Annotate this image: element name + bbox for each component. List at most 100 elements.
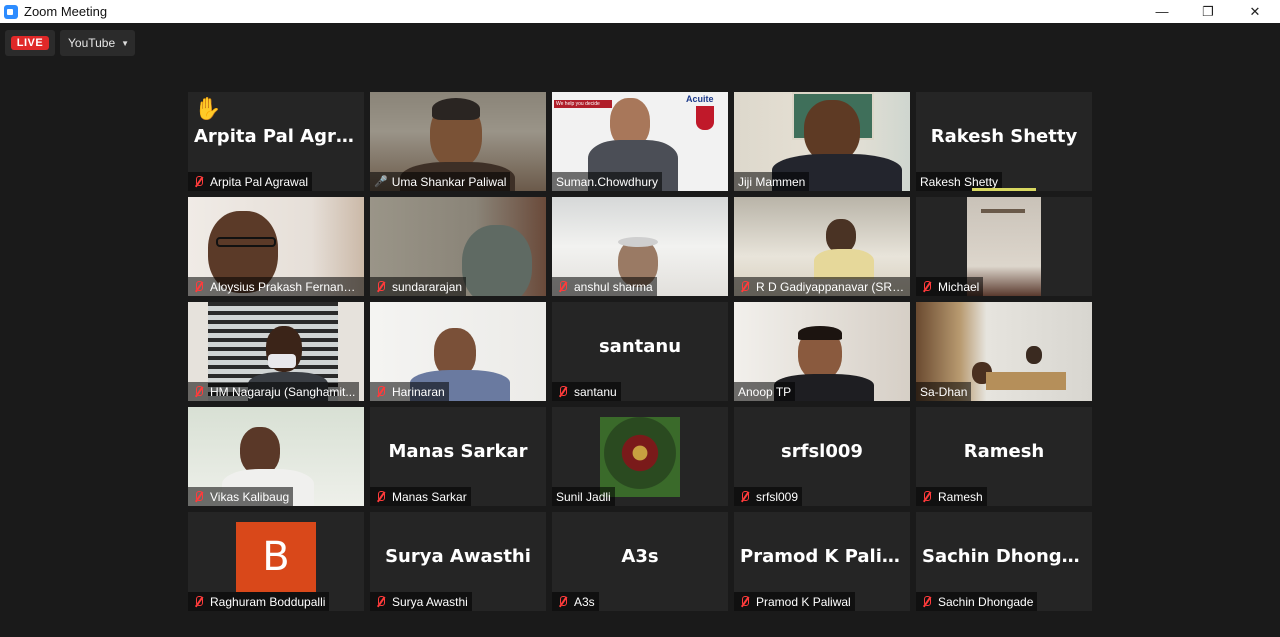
participant-display-name: Sachin Dhongade xyxy=(922,546,1092,567)
participant-namebar: Vikas Kalibaug xyxy=(188,487,294,506)
participant-namebar: Michael xyxy=(916,277,984,296)
muted-mic-icon xyxy=(920,595,934,608)
participant-name: A3s xyxy=(574,594,595,609)
participant-tile[interactable]: Manas Sarkar Manas Sarkar xyxy=(370,407,546,506)
participant-namebar: 🎤 Uma Shankar Paliwal xyxy=(370,172,511,191)
participant-namebar: Ramesh xyxy=(916,487,987,506)
avatar-initial: B xyxy=(236,522,316,592)
participant-tile[interactable]: sundararajan xyxy=(370,197,546,296)
participant-tile[interactable]: HM Nagaraju (Sanghamit... xyxy=(188,302,364,401)
participant-tile[interactable]: Sa-Dhan xyxy=(916,302,1092,401)
participant-name: srfsl009 xyxy=(756,489,799,504)
muted-mic-icon xyxy=(374,490,388,503)
participant-tile[interactable]: Anoop TP xyxy=(734,302,910,401)
participant-tile[interactable]: Sachin Dhongade Sachin Dhongade xyxy=(916,512,1092,611)
participant-namebar: Pramod K Paliwal xyxy=(734,592,855,611)
muted-mic-icon xyxy=(192,175,206,188)
participant-name: sundararajan xyxy=(392,279,463,294)
participant-name: R D Gadiyappanavar (SRF... xyxy=(756,279,906,294)
live-indicator[interactable]: LIVE xyxy=(5,30,55,56)
muted-mic-icon xyxy=(192,595,206,608)
participant-tile[interactable]: ✋ Arpita Pal Agra... Arpita Pal Agrawal xyxy=(188,92,364,191)
restore-icon[interactable]: ❐ xyxy=(1185,0,1231,23)
participant-name: HM Nagaraju (Sanghamit... xyxy=(210,384,356,399)
mic-on-icon: 🎤 xyxy=(374,176,388,188)
muted-mic-icon xyxy=(738,595,752,608)
participant-namebar: santanu xyxy=(552,382,621,401)
speaking-indicator xyxy=(972,188,1036,191)
participant-namebar: Suman.Chowdhury xyxy=(552,172,663,191)
muted-mic-icon xyxy=(374,595,388,608)
participant-namebar: Surya Awasthi xyxy=(370,592,472,611)
participant-tile[interactable]: B Raghuram Boddupalli xyxy=(188,512,364,611)
muted-mic-icon xyxy=(192,280,206,293)
participant-tile[interactable]: anshul sharma xyxy=(552,197,728,296)
participant-tile[interactable]: Sunil Jadli xyxy=(552,407,728,506)
participant-namebar: HM Nagaraju (Sanghamit... xyxy=(188,382,360,401)
participant-tile[interactable]: Pramod K Paliwal Pramod K Paliwal xyxy=(734,512,910,611)
raised-hand-icon: ✋ xyxy=(194,96,222,121)
participant-namebar: srfsl009 xyxy=(734,487,803,506)
video-overlay-tagline: We help you decide xyxy=(554,100,612,108)
participant-namebar: Anoop TP xyxy=(734,382,796,401)
muted-mic-icon xyxy=(920,490,934,503)
muted-mic-icon xyxy=(374,385,388,398)
participant-display-name: Ramesh xyxy=(963,441,1045,462)
participant-tile[interactable]: Jiji Mammen xyxy=(734,92,910,191)
muted-mic-icon xyxy=(556,280,570,293)
minimize-icon[interactable]: — xyxy=(1139,0,1185,23)
participant-namebar: Sunil Jadli xyxy=(552,487,615,506)
muted-mic-icon xyxy=(192,490,206,503)
participant-display-name: Rakesh Shetty xyxy=(930,126,1078,147)
participant-tile[interactable]: We help you decide Acuite Suman.Chowdhur… xyxy=(552,92,728,191)
close-icon[interactable]: ✕ xyxy=(1232,0,1278,23)
participant-name: Jiji Mammen xyxy=(738,174,806,189)
muted-mic-icon xyxy=(920,280,934,293)
video-overlay-brand: Acuite xyxy=(686,94,714,104)
participant-namebar: Manas Sarkar xyxy=(370,487,471,506)
participant-display-name: A3s xyxy=(621,546,659,567)
participant-namebar: anshul sharma xyxy=(552,277,657,296)
participant-namebar: R D Gadiyappanavar (SRF... xyxy=(734,277,910,296)
participant-name: Michael xyxy=(938,279,980,294)
participant-tile[interactable]: santanu santanu xyxy=(552,302,728,401)
participant-name: Manas Sarkar xyxy=(392,489,467,504)
participant-name: Arpita Pal Agrawal xyxy=(210,174,309,189)
participant-tile[interactable]: Vikas Kalibaug xyxy=(188,407,364,506)
participant-namebar: A3s xyxy=(552,592,599,611)
muted-mic-icon xyxy=(738,490,752,503)
participant-namebar: Harinaran xyxy=(370,382,449,401)
participant-tile-active-speaker[interactable]: 🎤 Uma Shankar Paliwal xyxy=(370,92,546,191)
participant-namebar: Arpita Pal Agrawal xyxy=(188,172,313,191)
participant-namebar: Sa-Dhan xyxy=(916,382,972,401)
participant-name: Anoop TP xyxy=(738,384,792,399)
participant-tile[interactable]: Surya Awasthi Surya Awasthi xyxy=(370,512,546,611)
zoom-app-icon xyxy=(4,4,18,19)
participant-display-name: srfsl009 xyxy=(781,441,863,462)
participant-tile[interactable]: R D Gadiyappanavar (SRF... xyxy=(734,197,910,296)
participant-tile[interactable]: srfsl009 srfsl009 xyxy=(734,407,910,506)
participant-tile[interactable]: Aloysius Prakash Fernand... xyxy=(188,197,364,296)
participant-name: santanu xyxy=(574,384,617,399)
live-badge: LIVE xyxy=(10,36,50,50)
participant-name: Uma Shankar Paliwal xyxy=(391,174,507,189)
participant-display-name: santanu xyxy=(598,336,682,357)
stream-target-label: YouTube xyxy=(68,36,116,50)
stream-target-dropdown[interactable]: YouTube ▼ xyxy=(60,30,135,56)
participant-tile[interactable]: Rakesh Shetty Rakesh Shetty xyxy=(916,92,1092,191)
participant-tile[interactable]: Ramesh Ramesh xyxy=(916,407,1092,506)
muted-mic-icon xyxy=(374,280,388,293)
participant-name: anshul sharma xyxy=(574,279,653,294)
meeting-topbar: LIVE YouTube ▼ xyxy=(0,23,1280,63)
participant-tile[interactable]: A3s A3s xyxy=(552,512,728,611)
muted-mic-icon xyxy=(556,595,570,608)
window-titlebar: Zoom Meeting — ❐ ✕ xyxy=(0,0,1280,23)
muted-mic-icon xyxy=(556,385,570,398)
participant-name: Sunil Jadli xyxy=(556,489,611,504)
participant-namebar: Raghuram Boddupalli xyxy=(188,592,330,611)
participant-display-name: Pramod K Paliwal xyxy=(740,546,910,567)
participant-tile[interactable]: Michael xyxy=(916,197,1092,296)
participant-tile[interactable]: Harinaran xyxy=(370,302,546,401)
participant-name: Rakesh Shetty xyxy=(920,174,999,189)
participant-name: Vikas Kalibaug xyxy=(210,489,290,504)
